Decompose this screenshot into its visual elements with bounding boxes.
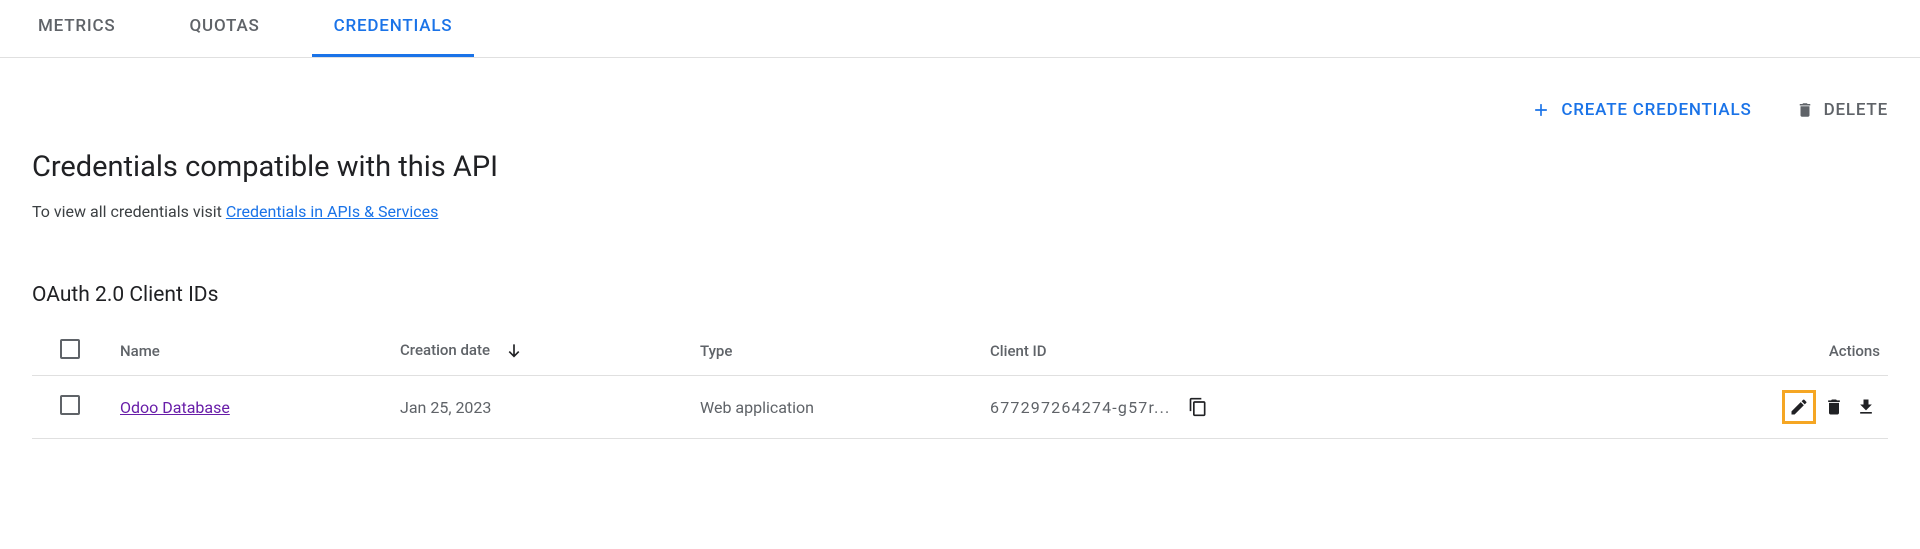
download-icon[interactable] <box>1852 393 1880 421</box>
subtitle-prefix: To view all credentials visit <box>32 202 226 221</box>
select-all-checkbox[interactable] <box>60 339 80 359</box>
table-row: Odoo Database Jan 25, 2023 Web applicati… <box>32 376 1888 439</box>
header-creation-date-label: Creation date <box>400 341 490 359</box>
row-name-cell: Odoo Database <box>120 376 400 439</box>
header-checkbox-cell <box>32 327 120 376</box>
tabs-bar: METRICS QUOTAS CREDENTIALS <box>0 0 1920 58</box>
create-credentials-button[interactable]: CREATE CREDENTIALS <box>1531 100 1751 120</box>
plus-icon <box>1531 100 1551 120</box>
header-actions: Actions <box>1688 327 1888 376</box>
tab-metrics[interactable]: METRICS <box>34 16 120 57</box>
row-type: Web application <box>700 376 990 439</box>
row-checkbox-cell <box>32 376 120 439</box>
actions-bar: CREATE CREDENTIALS DELETE <box>32 58 1888 120</box>
row-client-id-cell: 677297264274-g57r... <box>990 376 1688 439</box>
credentials-link[interactable]: Credentials in APIs & Services <box>226 202 439 221</box>
page-subtitle: To view all credentials visit Credential… <box>32 202 1888 221</box>
header-type[interactable]: Type <box>700 327 990 376</box>
credentials-table: Name Creation date Type Client ID Action… <box>32 327 1888 439</box>
section-title: OAuth 2.0 Client IDs <box>32 283 1888 307</box>
tab-quotas[interactable]: QUOTAS <box>186 16 264 57</box>
trash-icon <box>1796 101 1814 119</box>
edit-icon[interactable] <box>1782 390 1816 424</box>
row-actions-cell <box>1688 376 1888 439</box>
client-id-value: 677297264274-g57r... <box>990 398 1170 417</box>
row-creation-date: Jan 25, 2023 <box>400 376 700 439</box>
header-client-id[interactable]: Client ID <box>990 327 1688 376</box>
page-title: Credentials compatible with this API <box>32 150 1888 184</box>
create-credentials-label: CREATE CREDENTIALS <box>1561 100 1751 120</box>
tab-credentials[interactable]: CREDENTIALS <box>330 16 457 57</box>
delete-button[interactable]: DELETE <box>1796 100 1888 120</box>
delete-row-icon[interactable] <box>1820 393 1848 421</box>
header-creation-date[interactable]: Creation date <box>400 327 700 376</box>
header-name[interactable]: Name <box>120 327 400 376</box>
table-header-row: Name Creation date Type Client ID Action… <box>32 327 1888 376</box>
row-checkbox[interactable] <box>60 395 80 415</box>
arrow-down-icon <box>504 341 524 361</box>
copy-icon[interactable] <box>1184 393 1212 421</box>
credential-name-link[interactable]: Odoo Database <box>120 398 230 417</box>
delete-label: DELETE <box>1824 100 1888 120</box>
